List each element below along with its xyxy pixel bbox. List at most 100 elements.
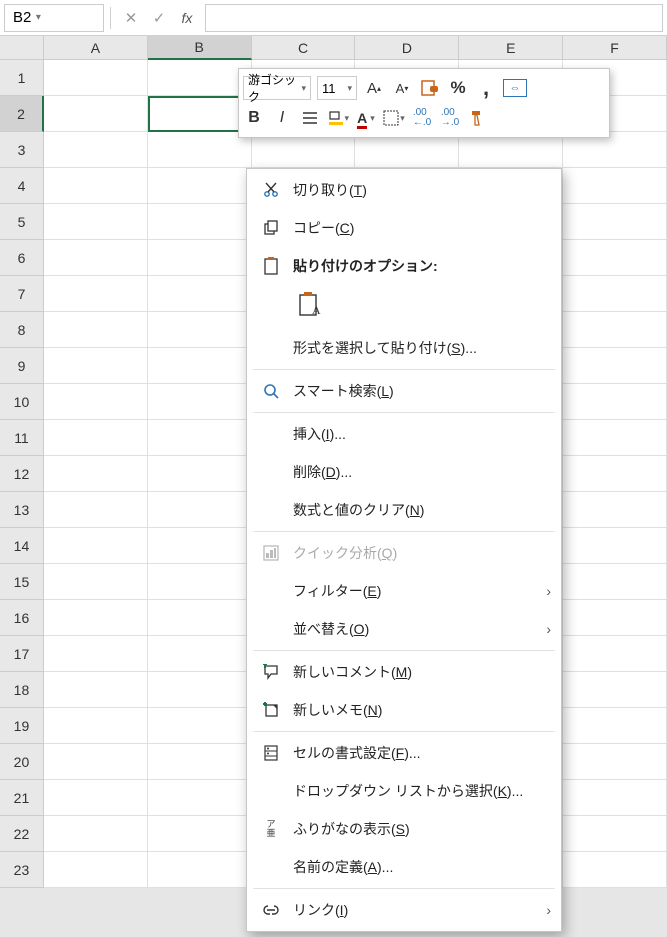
cell[interactable] (563, 816, 667, 852)
cell[interactable] (44, 240, 148, 276)
cancel-formula-button[interactable]: ✕ (117, 4, 145, 32)
select-all-corner[interactable] (0, 36, 44, 60)
row-header[interactable]: 10 (0, 384, 44, 420)
column-header[interactable]: C (252, 36, 356, 60)
paste-default-button[interactable]: A (293, 289, 325, 321)
row-header[interactable]: 9 (0, 348, 44, 384)
row-header[interactable]: 23 (0, 852, 44, 888)
cell[interactable] (148, 456, 252, 492)
column-header[interactable]: D (355, 36, 459, 60)
cell[interactable] (148, 564, 252, 600)
cell[interactable] (148, 708, 252, 744)
row-header[interactable]: 15 (0, 564, 44, 600)
formula-input[interactable] (205, 4, 663, 32)
cell[interactable] (148, 780, 252, 816)
cell[interactable] (563, 744, 667, 780)
cell[interactable] (44, 456, 148, 492)
row-header[interactable]: 16 (0, 600, 44, 636)
cell[interactable] (44, 384, 148, 420)
menu-delete[interactable]: 削除(D)... (247, 453, 561, 491)
cell[interactable] (148, 528, 252, 564)
cell[interactable] (44, 528, 148, 564)
cell[interactable] (44, 420, 148, 456)
cell[interactable] (148, 132, 252, 168)
cell[interactable] (148, 348, 252, 384)
menu-pick-from-dropdown[interactable]: ドロップダウン リストから選択(K)... (247, 772, 561, 810)
row-header[interactable]: 19 (0, 708, 44, 744)
cell[interactable] (148, 492, 252, 528)
cell[interactable] (44, 60, 148, 96)
menu-copy[interactable]: コピー(C) (247, 209, 561, 247)
cell[interactable] (44, 852, 148, 888)
menu-link[interactable]: リンク(I) › (247, 891, 561, 929)
cell[interactable] (44, 672, 148, 708)
menu-define-name[interactable]: 名前の定義(A)... (247, 848, 561, 886)
cell[interactable] (563, 600, 667, 636)
font-color-button[interactable]: A ▾ (355, 107, 377, 129)
cell[interactable] (563, 780, 667, 816)
cell[interactable] (148, 60, 252, 96)
cell[interactable] (563, 492, 667, 528)
italic-button[interactable]: I (271, 107, 293, 129)
cell[interactable] (44, 600, 148, 636)
comma-style-button[interactable]: , (475, 77, 497, 99)
cell[interactable] (44, 744, 148, 780)
row-header[interactable]: 6 (0, 240, 44, 276)
cell[interactable] (563, 348, 667, 384)
accounting-format-button[interactable] (419, 77, 441, 99)
cell[interactable] (148, 744, 252, 780)
menu-filter[interactable]: フィルター(E) › (247, 572, 561, 610)
cell[interactable] (44, 168, 148, 204)
column-header[interactable]: B (148, 36, 252, 60)
row-header[interactable]: 2 (0, 96, 44, 132)
row-header[interactable]: 3 (0, 132, 44, 168)
cell[interactable] (44, 816, 148, 852)
cell[interactable] (148, 852, 252, 888)
align-button[interactable] (299, 107, 321, 129)
cell[interactable] (563, 276, 667, 312)
cell[interactable] (563, 564, 667, 600)
column-header[interactable]: E (459, 36, 563, 60)
column-header[interactable]: A (44, 36, 148, 60)
cell[interactable] (44, 780, 148, 816)
cell[interactable] (148, 636, 252, 672)
fill-color-button[interactable]: ▾ (327, 107, 349, 129)
name-box-dropdown-icon[interactable]: ▾ (31, 12, 45, 23)
cell[interactable] (44, 564, 148, 600)
font-size-combo[interactable]: 11 ▾ (317, 76, 357, 100)
cell[interactable] (563, 204, 667, 240)
cell[interactable] (148, 204, 252, 240)
cell[interactable] (563, 672, 667, 708)
cell[interactable] (148, 168, 252, 204)
cell[interactable] (44, 708, 148, 744)
bold-button[interactable]: B (243, 107, 265, 129)
row-header[interactable]: 18 (0, 672, 44, 708)
cell[interactable] (148, 312, 252, 348)
cell[interactable] (563, 528, 667, 564)
cell[interactable] (563, 636, 667, 672)
cell[interactable] (563, 384, 667, 420)
cell[interactable] (148, 384, 252, 420)
name-box[interactable]: B2 ▾ (4, 4, 104, 32)
menu-smart-lookup[interactable]: スマート検索(L) (247, 372, 561, 410)
cell[interactable] (44, 348, 148, 384)
cell[interactable] (563, 456, 667, 492)
cell[interactable] (44, 312, 148, 348)
cell[interactable] (44, 276, 148, 312)
borders-button[interactable]: ▾ (383, 107, 405, 129)
row-header[interactable]: 4 (0, 168, 44, 204)
menu-cut[interactable]: 切り取り(T) (247, 171, 561, 209)
menu-show-furigana[interactable]: ア亜 ふりがなの表示(S) (247, 810, 561, 848)
cell[interactable] (148, 672, 252, 708)
cell[interactable] (44, 132, 148, 168)
cell[interactable] (563, 240, 667, 276)
percent-button[interactable]: % (447, 77, 469, 99)
row-header[interactable]: 1 (0, 60, 44, 96)
accept-formula-button[interactable]: ✓ (145, 4, 173, 32)
cell[interactable] (148, 816, 252, 852)
menu-new-note[interactable]: 新しいメモ(N) (247, 691, 561, 729)
decrease-decimal-button[interactable]: .00→.0 (439, 107, 461, 129)
increase-decimal-button[interactable]: .00←.0 (411, 107, 433, 129)
cell[interactable] (148, 276, 252, 312)
decrease-font-button[interactable]: A▾ (391, 77, 413, 99)
